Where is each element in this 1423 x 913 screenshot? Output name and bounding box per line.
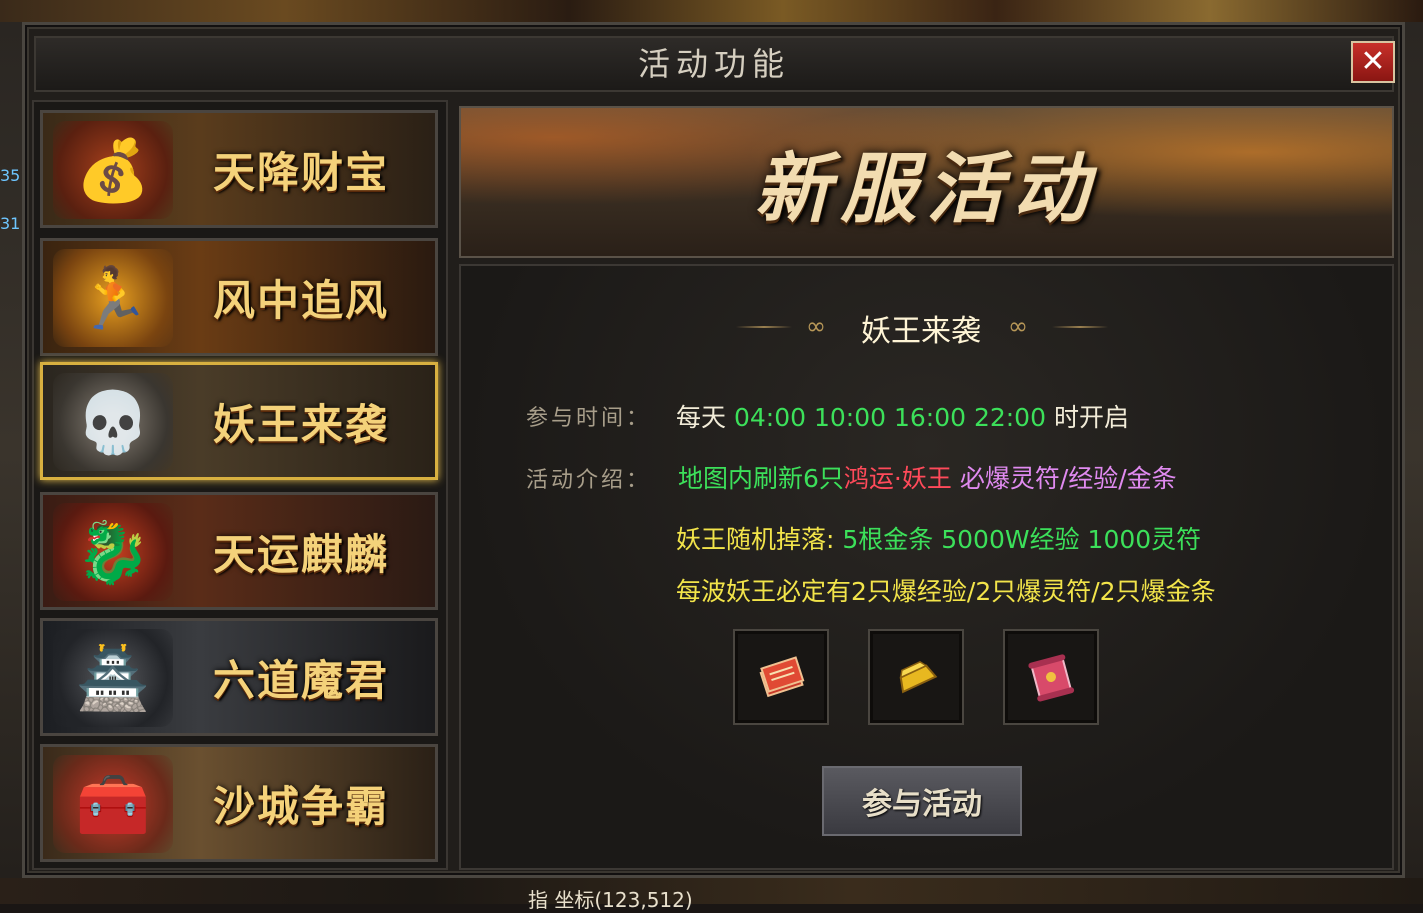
- menu-item-label: 天降财宝: [213, 147, 390, 197]
- menu-item-fengzhong-zhuifeng[interactable]: 🏃 风中追风: [40, 238, 438, 356]
- wave-note: 每波妖王必定有2只爆经验/2只爆灵符/2只爆金条: [676, 577, 1216, 606]
- menu-item-label: 天运麒麟: [213, 529, 390, 579]
- title-ornament-line-right: [1052, 326, 1108, 328]
- dark-pagoda-icon: 🏯: [53, 629, 173, 727]
- window-titlebar: 活动功能: [34, 36, 1394, 92]
- game-scene-right-edge: [1405, 22, 1423, 878]
- menu-item-yaowang-laixi[interactable]: 💀 妖王来袭: [40, 362, 438, 480]
- gold-bar-icon: [899, 661, 938, 694]
- skeleton-demon-icon: 💀: [53, 373, 173, 471]
- reward-slot-3[interactable]: [1003, 629, 1099, 725]
- menu-item-label: 风中追风: [213, 275, 390, 325]
- menu-item-liudao-mojun[interactable]: 🏯 六道魔君: [40, 618, 438, 736]
- edge-number: 31: [0, 214, 21, 233]
- coordinate-readout: 指 坐标(123,512): [528, 888, 693, 912]
- reward-slot-2[interactable]: [868, 629, 964, 725]
- intro-label: 活动介绍：: [526, 468, 652, 493]
- treasure-pot-icon: 💰: [53, 121, 173, 219]
- treasure-chest-icon: 🧰: [53, 755, 173, 853]
- reward-slot-1[interactable]: [733, 629, 829, 725]
- running-figure-icon: 🏃: [53, 249, 173, 347]
- drop-values: 5根金条 5000W经验 1000灵符: [842, 525, 1202, 554]
- game-hud-top-strip: [0, 0, 1423, 22]
- time-prefix: 每天: [676, 403, 727, 432]
- menu-item-label: 沙城争霸: [213, 781, 390, 831]
- qilin-beast-icon: 🐉: [53, 503, 173, 601]
- window-title: 活动功能: [637, 45, 790, 83]
- time-label: 参与时间：: [526, 406, 652, 431]
- event-banner: 新服活动: [459, 106, 1394, 258]
- game-hud-bottom-strip: [0, 878, 1423, 904]
- intro-boss-name: 鸿运·妖王: [843, 464, 952, 493]
- menu-item-label: 妖王来袭: [213, 399, 390, 449]
- time-values: 04:00 10:00 16:00 22:00: [733, 403, 1046, 432]
- menu-item-tianjiang-caibao[interactable]: 💰 天降财宝: [40, 110, 438, 228]
- close-icon: ✕: [1360, 44, 1386, 79]
- swirl-ornament-icon: ∞: [1008, 312, 1028, 340]
- talisman-stack-icon: [759, 656, 805, 698]
- menu-item-label: 六道魔君: [213, 655, 390, 705]
- game-scene-left-edge: [0, 22, 22, 878]
- scroll-icon: [1028, 654, 1075, 702]
- time-line: 每天 04:00 10:00 16:00 22:00 时开启: [676, 398, 1129, 434]
- menu-item-tianyun-qilin[interactable]: 🐉 天运麒麟: [40, 492, 438, 610]
- banner-title: 新服活动: [754, 144, 1099, 233]
- drop-line: 妖王随机掉落: 5根金条 5000W经验 1000灵符: [676, 520, 1201, 556]
- drop-label: 妖王随机掉落:: [676, 525, 835, 554]
- section-title: 妖王来袭: [861, 314, 981, 349]
- intro-line: 地图内刷新6只鸿运·妖王 必爆灵符/经验/金条: [678, 459, 1177, 495]
- intro-part-3: 必爆灵符/经验/金条: [959, 464, 1177, 493]
- intro-part-1: 地图内刷新6只: [678, 464, 844, 493]
- edge-number: 35: [0, 166, 21, 185]
- close-button[interactable]: ✕: [1351, 41, 1395, 83]
- time-suffix: 时开启: [1053, 403, 1129, 432]
- join-activity-button[interactable]: 参与活动: [822, 766, 1022, 836]
- menu-item-shacheng-zhengba[interactable]: 🧰 沙城争霸: [40, 744, 438, 862]
